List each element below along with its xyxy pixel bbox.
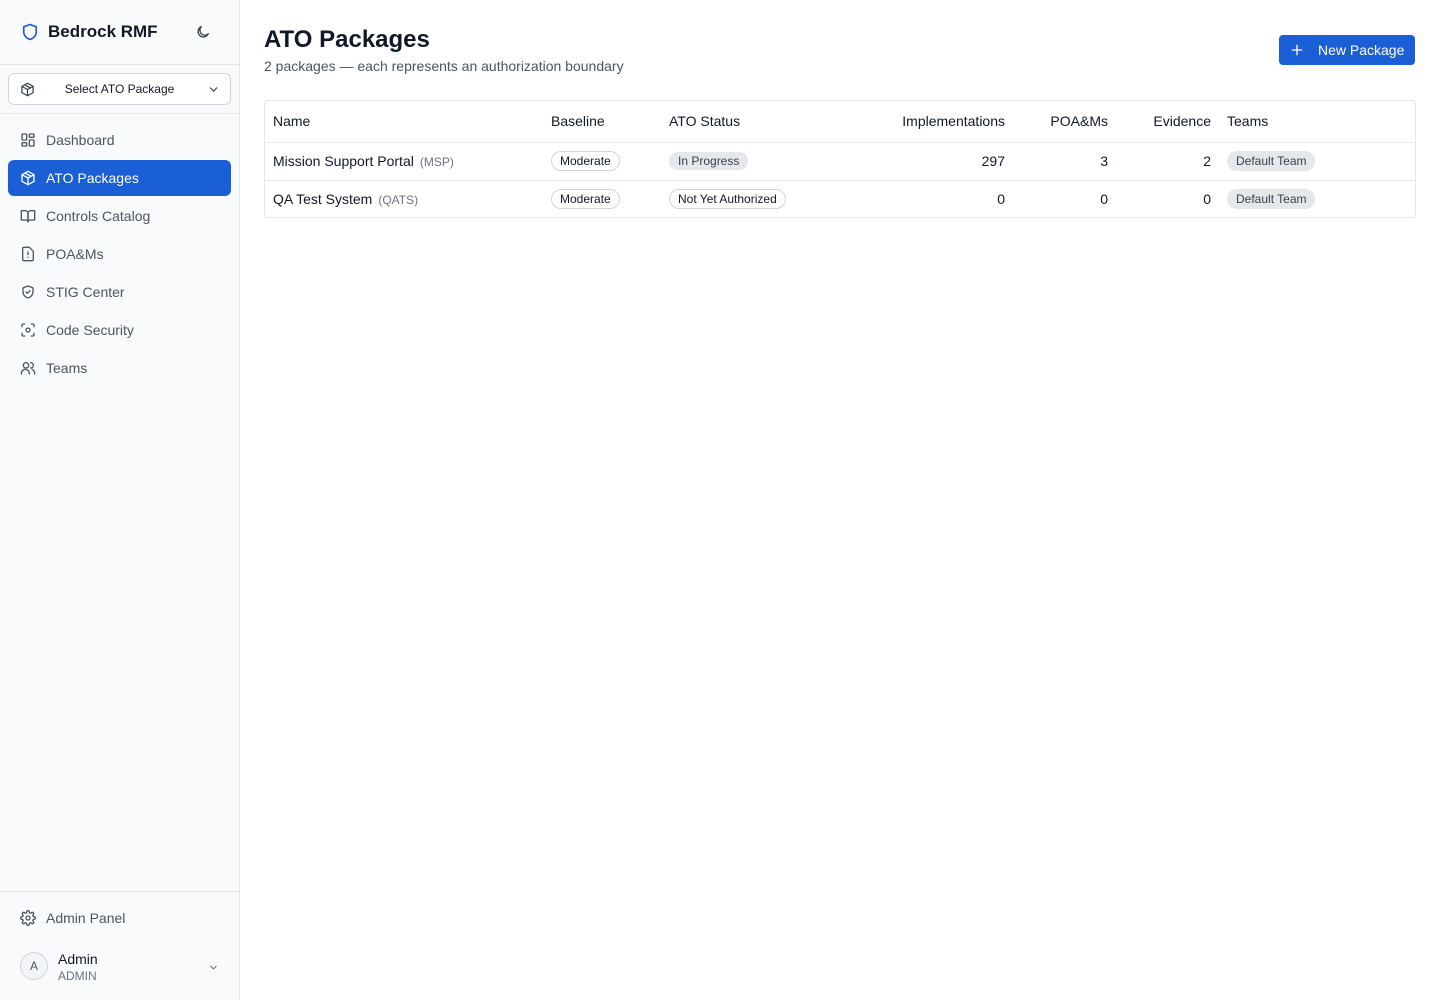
shield-icon bbox=[20, 22, 40, 42]
baseline-cell: Moderate bbox=[543, 142, 661, 181]
package-code: (MSP) bbox=[419, 155, 454, 169]
package-name: Mission Support Portal bbox=[273, 153, 414, 169]
users-icon bbox=[20, 360, 36, 376]
sidebar-item-poams[interactable]: POA&Ms bbox=[8, 236, 231, 272]
user-menu[interactable]: A Admin ADMIN bbox=[8, 944, 231, 988]
package-icon bbox=[20, 82, 35, 97]
package-name: QA Test System bbox=[273, 191, 373, 208]
package-icon bbox=[20, 170, 36, 186]
page-subtitle: 2 packages — each represents an authoriz… bbox=[264, 58, 624, 74]
sidebar-item-stig-center[interactable]: STIG Center bbox=[8, 274, 231, 310]
user-role: ADMIN bbox=[58, 969, 97, 983]
sidebar-item-label: Teams bbox=[46, 360, 88, 376]
package-selector-label: Select ATO Package bbox=[64, 82, 175, 96]
sidebar-item-label: Code Security bbox=[46, 322, 134, 338]
new-package-button[interactable]: New Package bbox=[1279, 35, 1415, 65]
column-header-evidence[interactable]: Evidence bbox=[1116, 101, 1219, 143]
sidebar-item-label: Controls Catalog bbox=[46, 208, 151, 224]
user-name: Admin bbox=[58, 951, 98, 967]
baseline-badge: Moderate bbox=[551, 189, 620, 210]
file-alert-icon bbox=[20, 246, 36, 262]
sidebar-item-controls-catalog[interactable]: Controls Catalog bbox=[8, 198, 231, 234]
shield-check-icon bbox=[20, 284, 36, 300]
avatar: A bbox=[20, 952, 48, 980]
brand-header: Bedrock RMF bbox=[0, 0, 239, 65]
poams-cell: 3 bbox=[1013, 142, 1116, 181]
column-header-name[interactable]: Name bbox=[265, 101, 543, 143]
plus-icon bbox=[1289, 42, 1305, 58]
column-header-poams[interactable]: POA&Ms bbox=[1013, 101, 1116, 143]
team-badge: Default Team bbox=[1227, 151, 1316, 171]
implementations-cell: 297 bbox=[811, 142, 1013, 181]
sidebar-item-label: ATO Packages bbox=[46, 170, 139, 186]
team-badge: Default Team bbox=[1227, 189, 1316, 210]
status-cell: Not Yet Authorized bbox=[661, 180, 811, 217]
baseline-cell: Moderate bbox=[543, 180, 661, 217]
chevron-down-icon bbox=[208, 960, 219, 971]
status-badge: In Progress bbox=[669, 152, 749, 170]
main-content: ATO Packages 2 packages — each represent… bbox=[240, 0, 1440, 1000]
status-cell: In Progress bbox=[661, 142, 811, 181]
sidebar-item-teams[interactable]: Teams bbox=[8, 350, 231, 386]
column-header-ato-status[interactable]: ATO Status bbox=[661, 101, 811, 143]
evidence-cell: 0 bbox=[1203, 191, 1211, 208]
sidebar-item-dashboard[interactable]: Dashboard bbox=[8, 122, 231, 158]
sidebar-item-label: POA&Ms bbox=[46, 246, 104, 262]
sidebar-item-code-security[interactable]: Code Security bbox=[8, 312, 231, 348]
table-row[interactable]: Mission Support Portal (MSP) Moderate In … bbox=[265, 142, 1415, 181]
package-name-cell: Mission Support Portal (MSP) bbox=[265, 142, 543, 181]
implementations-cell: 0 bbox=[997, 191, 1005, 208]
package-name-cell: QA Test System (QATS) bbox=[265, 180, 543, 217]
column-header-implementations[interactable]: Implementations bbox=[811, 101, 1013, 143]
package-code: (QATS) bbox=[378, 193, 419, 208]
gear-icon bbox=[20, 910, 36, 926]
package-selector-section: Select ATO Package bbox=[0, 65, 239, 114]
scan-icon bbox=[20, 322, 36, 338]
evidence-cell: 2 bbox=[1116, 142, 1219, 181]
dashboard-icon bbox=[20, 132, 36, 148]
sidebar-footer: Admin Panel A Admin ADMIN bbox=[0, 891, 239, 1000]
sidebar-item-label: Dashboard bbox=[46, 132, 115, 148]
chevron-down-icon bbox=[207, 83, 220, 96]
teams-cell: Default Team bbox=[1219, 142, 1415, 181]
admin-panel-label: Admin Panel bbox=[46, 910, 126, 926]
new-package-label: New Package bbox=[1318, 42, 1405, 58]
table-header-row: Name Baseline ATO Status Implementations… bbox=[265, 101, 1415, 143]
teams-cell: Default Team bbox=[1219, 180, 1415, 217]
admin-panel-link[interactable]: Admin Panel bbox=[8, 900, 231, 936]
sidebar-nav: Dashboard ATO Packages Controls Catalog … bbox=[8, 122, 231, 388]
table-row[interactable]: QA Test System (QATS) Moderate Not Yet Au… bbox=[265, 180, 1415, 217]
sidebar-item-ato-packages[interactable]: ATO Packages bbox=[8, 160, 231, 196]
packages-table: Name Baseline ATO Status Implementations… bbox=[264, 100, 1416, 218]
sidebar-item-label: STIG Center bbox=[46, 284, 125, 300]
status-badge: Not Yet Authorized bbox=[669, 189, 786, 210]
poams-cell: 0 bbox=[1100, 191, 1108, 208]
column-header-teams[interactable]: Teams bbox=[1219, 101, 1415, 143]
book-icon bbox=[20, 208, 36, 224]
column-header-baseline[interactable]: Baseline bbox=[543, 101, 661, 143]
baseline-badge: Moderate bbox=[551, 151, 620, 171]
app-title: Bedrock RMF bbox=[48, 22, 158, 41]
moon-icon[interactable] bbox=[191, 20, 215, 44]
sidebar: Bedrock RMF Select ATO Package Dashboard bbox=[0, 0, 240, 1000]
page-title: ATO Packages bbox=[264, 26, 430, 53]
package-selector[interactable]: Select ATO Package bbox=[8, 73, 231, 105]
